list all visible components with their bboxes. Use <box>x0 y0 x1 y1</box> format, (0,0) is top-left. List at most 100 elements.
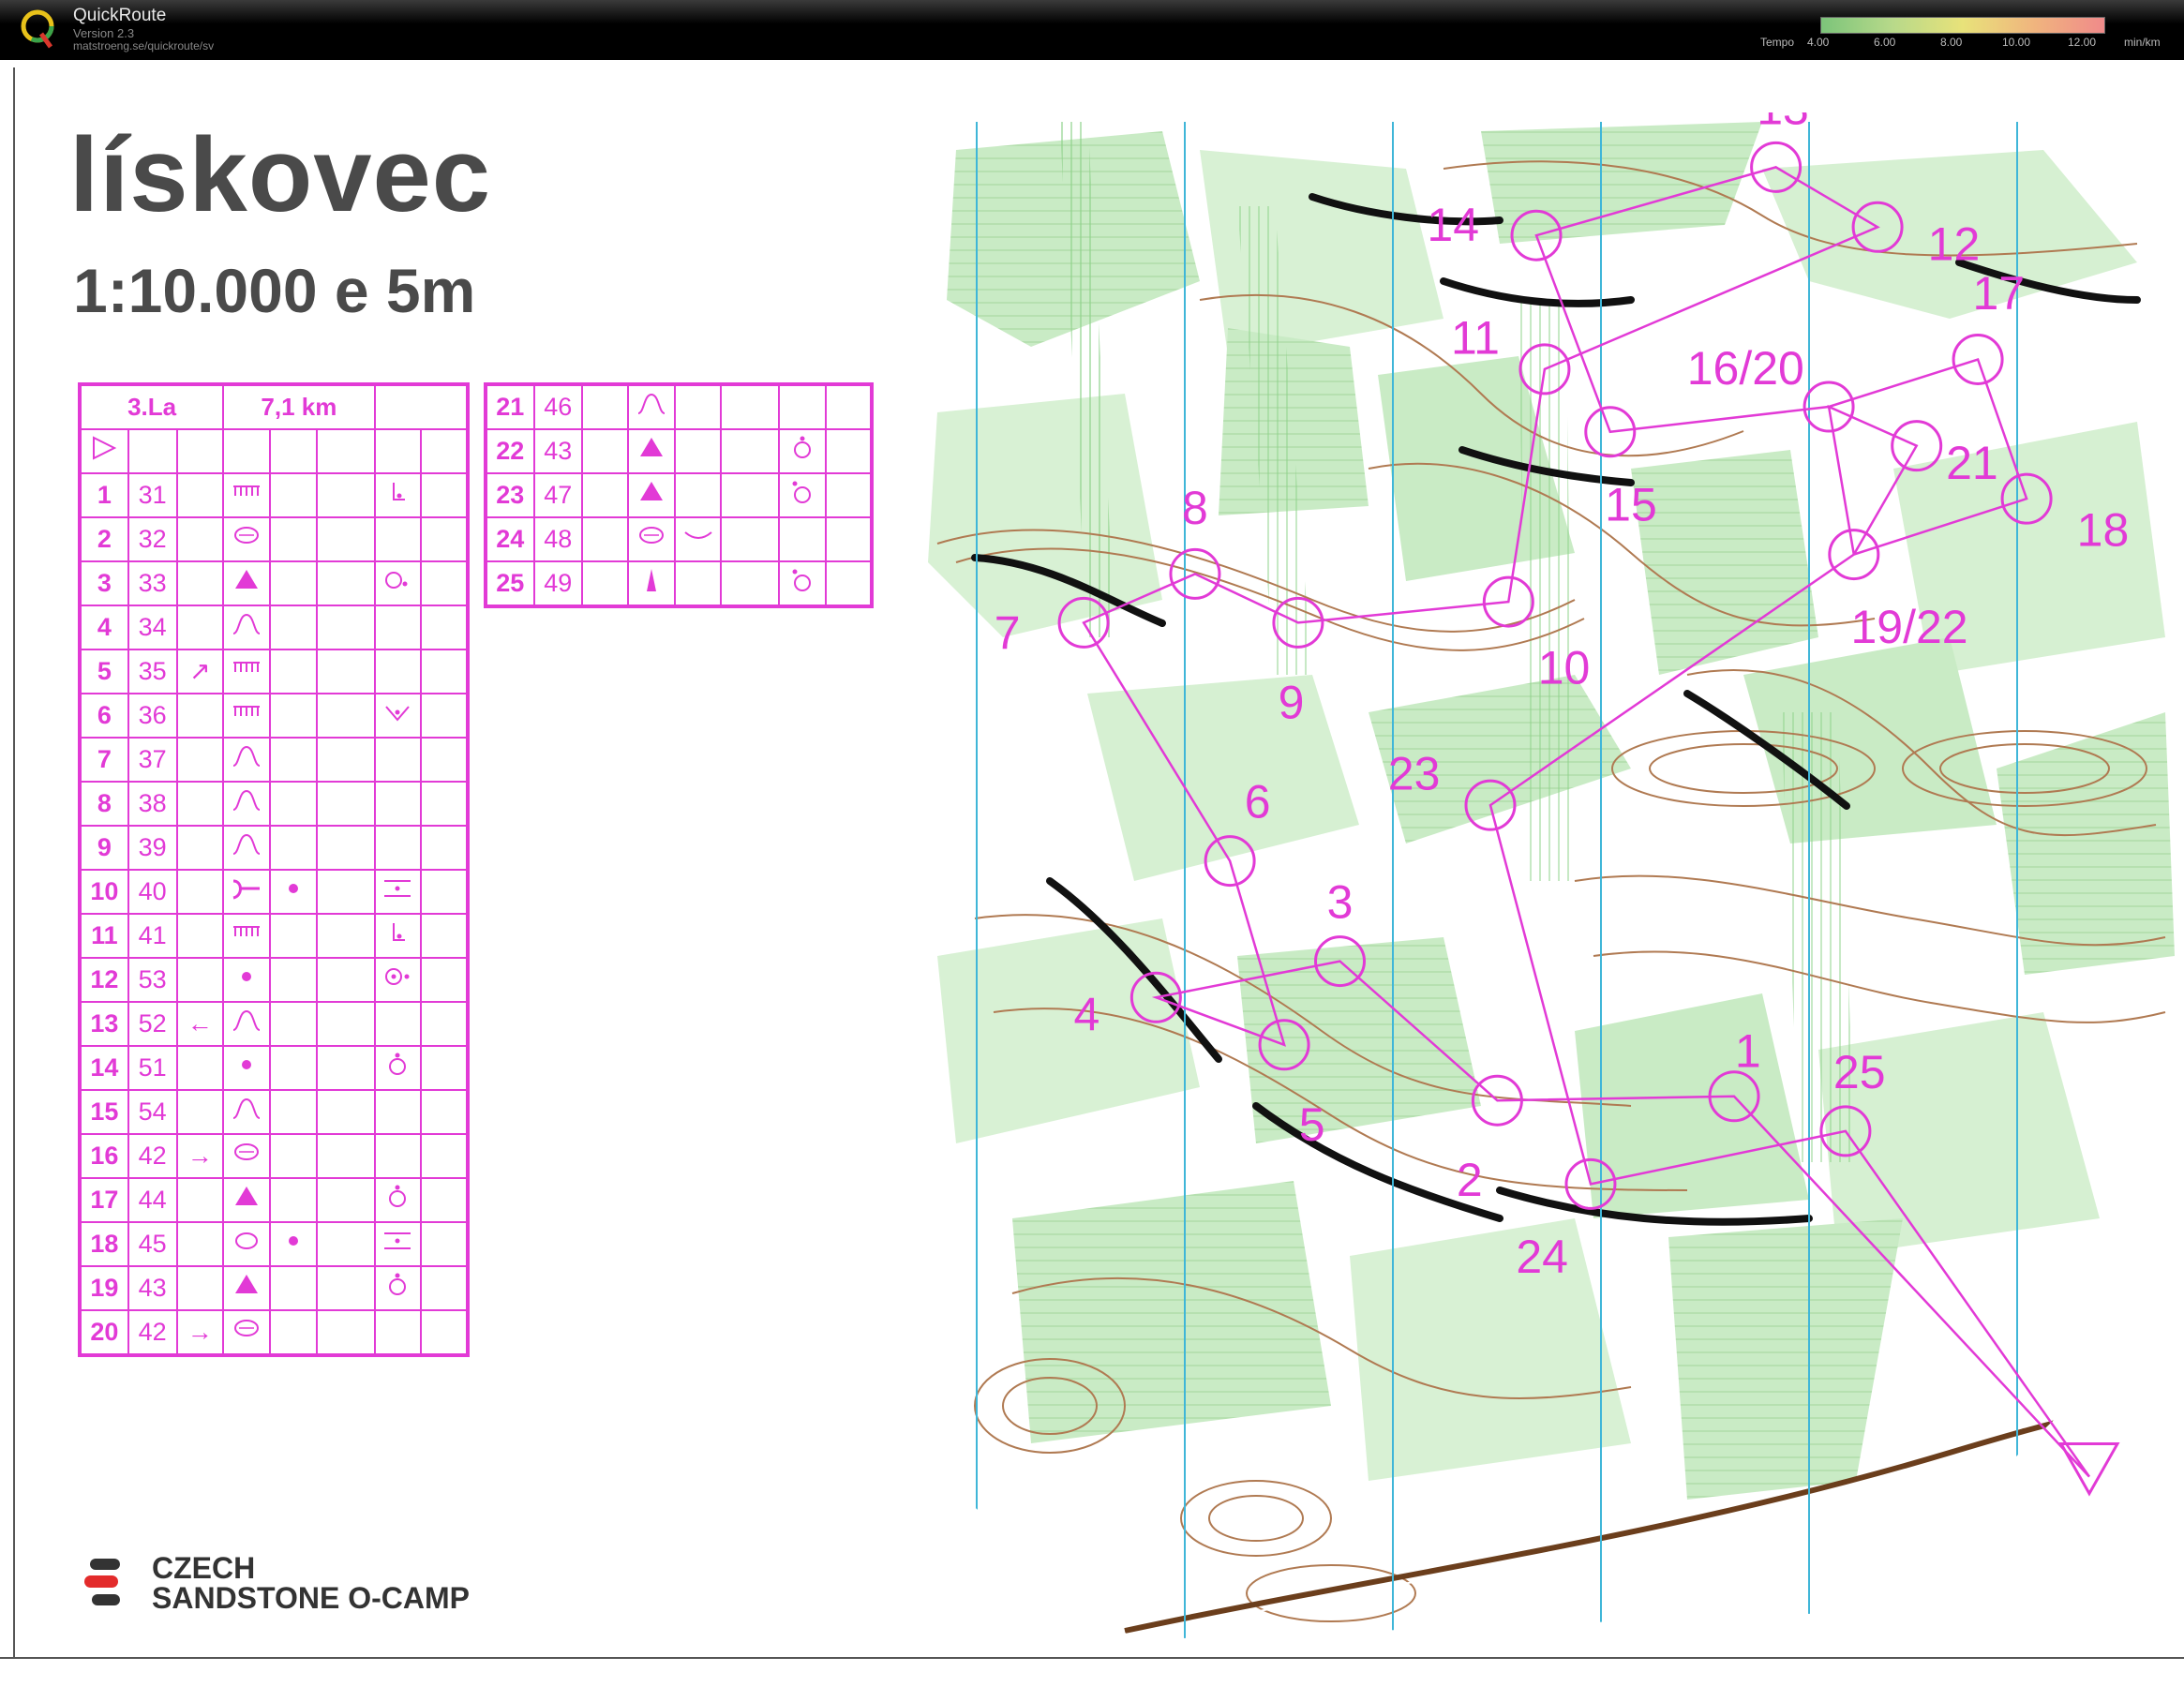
control-code: 34 <box>127 605 178 650</box>
control-row: 24 48 <box>485 516 874 562</box>
location-cell <box>373 605 423 650</box>
direction-symbol <box>175 737 225 783</box>
dimension-cell <box>315 1221 376 1267</box>
other-cell <box>420 1265 469 1311</box>
other-cell <box>824 560 874 607</box>
direction-symbol <box>580 383 630 430</box>
dimension-cell <box>315 1133 376 1179</box>
dimension-cell <box>315 1265 376 1311</box>
location-cell <box>373 1309 423 1356</box>
control-description-table-2: 21 46 22 43 23 47 24 48 25 49 <box>484 382 874 608</box>
control-code: 38 <box>127 781 178 827</box>
control-number: 22 <box>485 428 535 474</box>
control-row: 10 40 <box>79 869 469 915</box>
dimension-cell <box>315 1089 376 1135</box>
control-code: 46 <box>532 383 583 430</box>
other-cell <box>420 693 469 739</box>
dot-icon <box>268 1221 318 1267</box>
control-number-label: 18 <box>2077 503 2130 556</box>
other-cell <box>420 472 469 518</box>
control-code: 54 <box>127 1089 178 1135</box>
tempo-unit: min/km <box>2124 36 2161 49</box>
control-number: 21 <box>485 383 535 430</box>
control-number: 3 <box>79 560 129 606</box>
top-left-dot-icon <box>778 472 827 518</box>
v-foot-icon <box>373 693 423 739</box>
other-cell <box>420 1089 469 1135</box>
other-cell <box>420 1221 469 1267</box>
start-triangle-icon <box>79 428 129 474</box>
direction-symbol: ↗ <box>175 649 225 694</box>
control-number: 6 <box>79 693 129 739</box>
direction-symbol <box>175 869 225 915</box>
depression-icon <box>222 1309 271 1356</box>
dimension-cell <box>720 383 781 430</box>
control-number-label: 11 <box>1451 311 1500 364</box>
control-row: 12 53 <box>79 957 469 1003</box>
direction-symbol <box>175 472 225 518</box>
detail-cell <box>268 693 318 739</box>
detail-cell <box>268 1133 318 1179</box>
direction-symbol <box>175 1177 225 1223</box>
side-dot-icon <box>373 560 423 606</box>
control-row: 11 41 <box>79 913 469 959</box>
dimension-cell <box>720 516 781 562</box>
direction-symbol <box>175 913 225 959</box>
control-number: 11 <box>79 913 129 959</box>
control-number-label: 19/22 <box>1850 601 1967 653</box>
control-number: 1 <box>79 472 129 518</box>
location-cell <box>373 1089 423 1135</box>
control-number-label: 25 <box>1833 1046 1886 1098</box>
control-number-label: 4 <box>1073 989 1099 1041</box>
direction-symbol: → <box>175 1133 225 1179</box>
dimension-cell <box>315 1177 376 1223</box>
location-cell <box>373 825 423 871</box>
control-row: 1 31 <box>79 472 469 518</box>
dimension-cell <box>315 957 376 1003</box>
other-cell <box>420 605 469 650</box>
control-number-label: 8 <box>1182 482 1208 534</box>
direction-symbol <box>175 516 225 562</box>
pinnacle-icon <box>627 560 676 607</box>
control-code: 48 <box>532 516 583 562</box>
comb-feature-icon <box>222 693 271 739</box>
app-name: QuickRoute <box>73 6 167 25</box>
dimension-cell <box>315 781 376 827</box>
comb-feature-icon <box>222 472 271 518</box>
app-version: Version 2.3 <box>73 26 135 40</box>
dimension-cell <box>315 605 376 650</box>
detail-cell <box>268 472 318 518</box>
app-url: matstroeng.se/quickroute/sv <box>73 39 215 52</box>
top-dot-icon <box>778 428 827 474</box>
top-dot-icon <box>373 1045 423 1091</box>
sandstone-logo-icon <box>84 1559 120 1605</box>
control-number: 4 <box>79 605 129 650</box>
middle-icon <box>373 1221 423 1267</box>
location-cell <box>373 737 423 783</box>
tempo-label: Tempo <box>1760 36 1795 49</box>
control-code: 51 <box>127 1045 178 1091</box>
dimension-cell <box>720 560 781 607</box>
control-row: 22 43 <box>485 428 874 474</box>
boulder-icon <box>222 1265 271 1311</box>
control-number-label: 1 <box>1735 1025 1761 1078</box>
depression-icon <box>222 1133 271 1179</box>
control-number: 18 <box>79 1221 129 1267</box>
control-number: 5 <box>79 649 129 694</box>
location-cell <box>373 781 423 827</box>
control-code: 43 <box>127 1265 178 1311</box>
top-dot-icon <box>373 1177 423 1223</box>
other-cell <box>420 781 469 827</box>
other-cell <box>420 1177 469 1223</box>
detail-cell <box>268 1001 318 1047</box>
tempo-color-scale <box>1820 17 2105 34</box>
control-code: 40 <box>127 869 178 915</box>
detail-cell <box>268 1089 318 1135</box>
knoll-icon <box>627 383 676 430</box>
control-number: 23 <box>485 472 535 518</box>
depression-icon <box>627 516 676 562</box>
direction-symbol <box>175 825 225 871</box>
control-code: 43 <box>532 428 583 474</box>
detail-cell <box>673 472 723 518</box>
dimension-cell <box>315 649 376 694</box>
